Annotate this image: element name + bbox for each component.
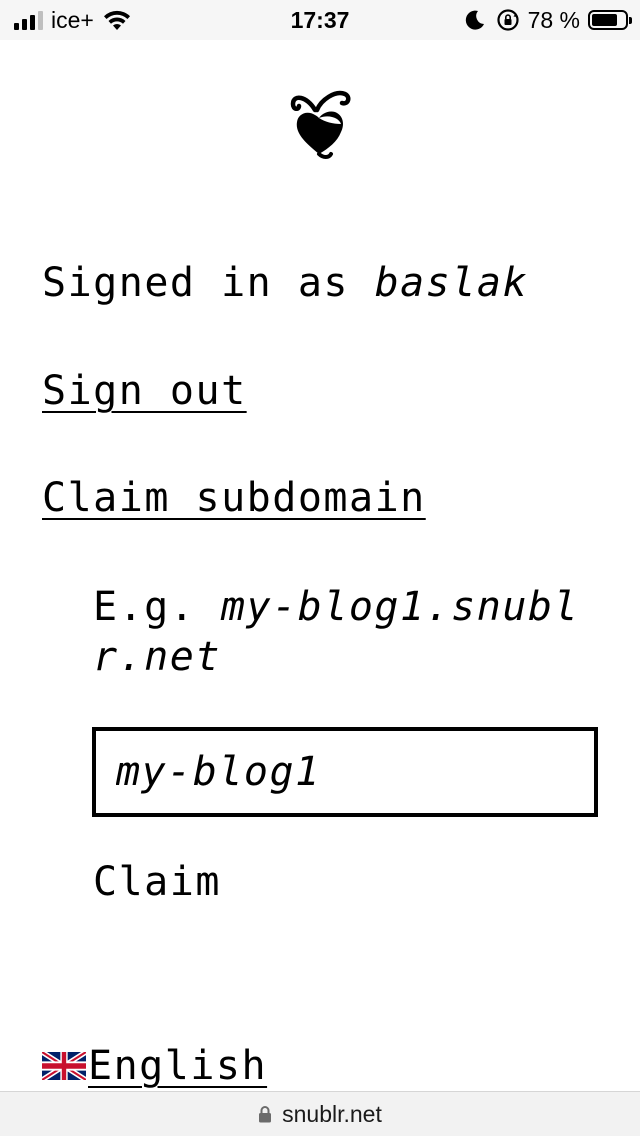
orientation-lock-icon xyxy=(496,9,519,31)
subdomain-example: E.g. my-blog1.snublr.net xyxy=(93,582,603,682)
battery-icon xyxy=(588,10,632,30)
signed-in-prefix: Signed in as xyxy=(42,260,349,306)
url-domain: snublr.net xyxy=(282,1100,382,1127)
padlock-icon xyxy=(259,1106,272,1123)
url-bar[interactable]: snublr.net xyxy=(0,1091,640,1136)
claim-button[interactable]: Claim xyxy=(93,856,221,908)
battery-percentage: 78 % xyxy=(527,6,580,33)
status-right: 78 % xyxy=(464,6,632,34)
uk-flag-icon xyxy=(42,1052,86,1080)
moon-icon xyxy=(465,10,484,30)
status-bar: ice+ 17:37 78 % xyxy=(0,0,640,40)
language-link[interactable]: English xyxy=(42,1040,267,1092)
battery-cap xyxy=(629,17,632,24)
username: baslak xyxy=(374,260,529,306)
battery-fill xyxy=(592,14,617,26)
signed-in-status: Signed in as baslak xyxy=(42,257,528,309)
language-label: English xyxy=(88,1043,268,1089)
claim-subdomain-link[interactable]: Claim subdomain xyxy=(42,472,426,524)
example-prefix: E.g. xyxy=(93,584,196,630)
subdomain-input[interactable] xyxy=(92,727,598,817)
sign-out-link[interactable]: Sign out xyxy=(42,365,247,417)
snublr-logo-icon xyxy=(290,90,351,159)
